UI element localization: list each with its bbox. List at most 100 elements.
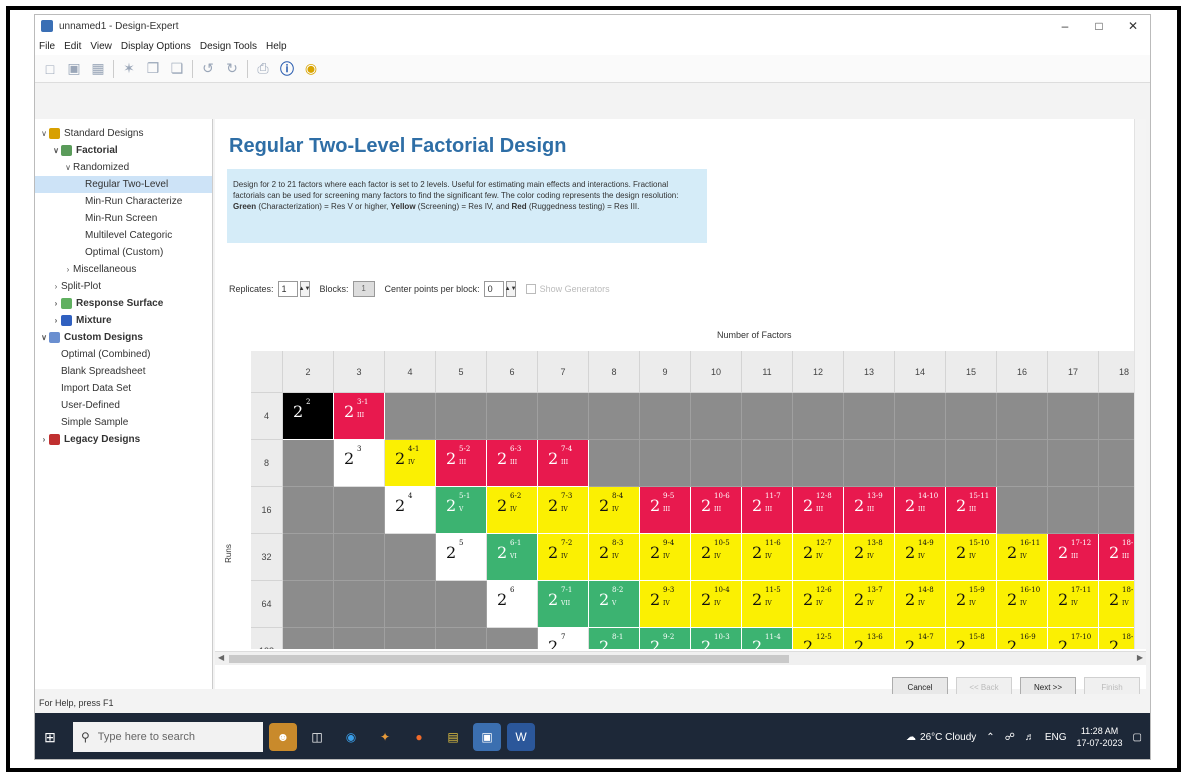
paste-icon[interactable]: ❏ — [168, 60, 186, 78]
design-cell[interactable]: 2 14-10 III — [895, 487, 946, 534]
weather-text[interactable]: 26°C Cloudy — [920, 732, 976, 743]
tree-item[interactable]: Min-Run Characterize — [35, 193, 212, 210]
tree-item[interactable]: User-Defined — [35, 397, 212, 414]
design-cell[interactable]: 2 9-5 III — [640, 487, 691, 534]
undo-icon[interactable]: ↺ — [199, 60, 217, 78]
save-icon[interactable]: ▦ — [89, 60, 107, 78]
tip-bulb-icon[interactable]: ◉ — [302, 60, 320, 78]
expand-arrow-icon[interactable]: › — [51, 312, 61, 329]
design-cell[interactable]: 2 9-3 IV — [640, 581, 691, 628]
design-cell[interactable]: 2 13-9 III — [844, 487, 895, 534]
center-points-spinner[interactable]: ▲▼ — [505, 281, 517, 297]
menu-edit[interactable]: Edit — [64, 41, 81, 52]
design-cell[interactable]: 2 5-1 V — [436, 487, 487, 534]
design-cell[interactable]: 2 15-10 IV — [946, 534, 997, 581]
design-cell[interactable]: 2 16-11 IV — [997, 534, 1048, 581]
design-cell[interactable]: 2 4-1 IV — [385, 440, 436, 487]
expand-arrow-icon[interactable]: › — [51, 295, 61, 312]
chrome-icon[interactable]: ● — [405, 723, 433, 751]
tree-item[interactable]: Regular Two-Level — [35, 176, 212, 193]
notifications-icon[interactable]: ▢ — [1133, 732, 1142, 743]
show-generators-checkbox[interactable] — [525, 284, 536, 294]
people-app-icon[interactable]: ☻ — [269, 723, 297, 751]
design-cell[interactable]: 2 11-7 III — [742, 487, 793, 534]
clock[interactable]: 11:28 AM 17-07-2023 — [1077, 725, 1123, 749]
design-cell[interactable]: 2 11-4 — [742, 628, 793, 649]
design-cell[interactable]: 2 10-4 IV — [691, 581, 742, 628]
design-cell[interactable]: 2 13-7 IV — [844, 581, 895, 628]
expand-arrow-icon[interactable]: ∨ — [39, 125, 49, 142]
design-cell[interactable]: 2 17-10 — [1048, 628, 1099, 649]
scroll-right-arrow-icon[interactable]: ▶ — [1137, 653, 1143, 662]
tree-item[interactable]: Optimal (Custom) — [35, 244, 212, 261]
tray-chevron-icon[interactable]: ⌃ — [986, 732, 994, 743]
design-cell[interactable]: 2 12-8 III — [793, 487, 844, 534]
menu-view[interactable]: View — [90, 41, 112, 52]
design-cell[interactable]: 2 12-7 IV — [793, 534, 844, 581]
expand-arrow-icon[interactable]: ∨ — [63, 159, 73, 176]
tree-item[interactable]: › Legacy Designs — [35, 431, 212, 448]
design-cell[interactable]: 2 7-1 VII — [538, 581, 589, 628]
design-cell[interactable]: 2 12-6 IV — [793, 581, 844, 628]
design-cell[interactable]: 2 14-8 IV — [895, 581, 946, 628]
design-cell[interactable]: 2 16-10 IV — [997, 581, 1048, 628]
design-cell[interactable]: 2 3-1 III — [334, 393, 385, 440]
menu-display-options[interactable]: Display Options — [121, 41, 191, 52]
design-cell[interactable]: 2 7-2 IV — [538, 534, 589, 581]
design-cell[interactable]: 2 8-3 IV — [589, 534, 640, 581]
design-cell[interactable]: 2 17-11 IV — [1048, 581, 1099, 628]
design-cell[interactable]: 2 14-9 IV — [895, 534, 946, 581]
design-cell[interactable]: 2 17-12 III — [1048, 534, 1099, 581]
tree-item[interactable]: › Split-Plot — [35, 278, 212, 295]
replicates-input[interactable]: 1 — [277, 281, 298, 297]
design-cell[interactable]: 2 15-8 — [946, 628, 997, 649]
new-file-icon[interactable]: □ — [41, 60, 59, 78]
tree-item[interactable]: ∨ Factorial — [35, 142, 212, 159]
menu-help[interactable]: Help — [266, 41, 287, 52]
design-cell[interactable]: 2 10-3 — [691, 628, 742, 649]
design-cell[interactable]: 2 5-2 III — [436, 440, 487, 487]
print-icon[interactable]: ⎙ — [254, 60, 272, 78]
edge-browser-icon[interactable]: ◉ — [337, 723, 365, 751]
tree-item[interactable]: Blank Spreadsheet — [35, 363, 212, 380]
design-cell[interactable]: 2 9-2 — [640, 628, 691, 649]
center-points-input[interactable]: 0 — [483, 281, 504, 297]
tree-item[interactable]: Multilevel Categoric — [35, 227, 212, 244]
design-expert-taskbar-icon[interactable]: ▣ — [473, 723, 501, 751]
tree-item[interactable]: › Mixture — [35, 312, 212, 329]
menu-design-tools[interactable]: Design Tools — [200, 41, 257, 52]
scrollbar-thumb[interactable] — [229, 655, 789, 663]
design-cell[interactable]: 24 — [385, 487, 436, 534]
design-cell[interactable]: 2 8-1 — [589, 628, 640, 649]
tree-item[interactable]: › Response Surface — [35, 295, 212, 312]
design-cell[interactable]: 2 11-6 IV — [742, 534, 793, 581]
design-cell[interactable]: 2 7-3 IV — [538, 487, 589, 534]
tree-item[interactable]: Import Data Set — [35, 380, 212, 397]
design-cell[interactable]: 2 10-5 IV — [691, 534, 742, 581]
expand-arrow-icon[interactable]: ∨ — [51, 142, 61, 159]
tree-item[interactable]: ∨ Custom Designs — [35, 329, 212, 346]
maximize-button[interactable]: □ — [1082, 15, 1116, 37]
design-cell[interactable]: 2 11-5 IV — [742, 581, 793, 628]
design-cell[interactable]: 2 6-2 IV — [487, 487, 538, 534]
tree-item[interactable]: ∨ Standard Designs — [35, 125, 212, 142]
expand-arrow-icon[interactable]: › — [63, 261, 73, 278]
design-cell[interactable]: 2 8-4 IV — [589, 487, 640, 534]
minimize-button[interactable]: – — [1048, 15, 1082, 37]
design-cell[interactable]: 2 6-3 III — [487, 440, 538, 487]
design-cell[interactable]: 2 6-1 VI — [487, 534, 538, 581]
file-explorer-icon[interactable]: ▤ — [439, 723, 467, 751]
horizontal-scrollbar[interactable]: ◀ ▶ — [215, 651, 1146, 665]
design-cell[interactable]: 27 — [538, 628, 589, 649]
close-button[interactable]: ✕ — [1116, 15, 1150, 37]
pinned-app-icon[interactable]: ✦ — [371, 723, 399, 751]
tree-item[interactable]: Optimal (Combined) — [35, 346, 212, 363]
design-cell[interactable]: 2 16-9 — [997, 628, 1048, 649]
design-cell[interactable]: 2 15-11 III — [946, 487, 997, 534]
pin-icon[interactable]: ✶ — [120, 60, 138, 78]
expand-arrow-icon[interactable]: ∨ — [39, 329, 49, 346]
scroll-left-arrow-icon[interactable]: ◀ — [218, 653, 224, 662]
design-cell[interactable]: 2 12-5 — [793, 628, 844, 649]
tree-item[interactable]: Simple Sample — [35, 414, 212, 431]
help-icon[interactable]: ⓘ — [278, 60, 296, 78]
